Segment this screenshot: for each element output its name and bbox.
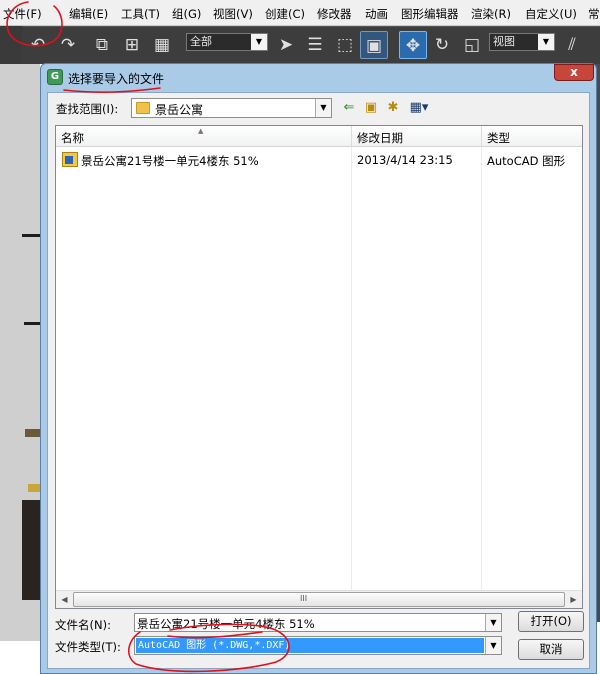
chevron-down-icon[interactable]: ▼	[485, 614, 501, 631]
chevron-down-icon: ▼	[538, 34, 554, 50]
dialog-title-bar[interactable]: G 选择要导入的文件 x	[41, 64, 596, 90]
column-header-name[interactable]: 名称	[61, 130, 84, 146]
app-logo-icon: G	[47, 69, 63, 85]
menu-graph-editors[interactable]: 图形编辑器	[401, 6, 459, 22]
chevron-down-icon: ▼	[251, 34, 267, 50]
viewport-object	[28, 484, 40, 492]
selection-region-icon[interactable]: ⬚	[331, 31, 359, 59]
viewport-edge	[0, 64, 40, 641]
select-move-icon[interactable]: ✥	[399, 31, 427, 59]
pivot-center-icon[interactable]: ⫽	[558, 31, 586, 59]
column-divider	[481, 126, 482, 147]
select-scale-icon[interactable]: ◱	[458, 31, 486, 59]
scrollbar-thumb[interactable]: III	[73, 592, 565, 607]
menu-file[interactable]: 文件(F)	[3, 6, 42, 22]
menu-edit[interactable]: 编辑(E)	[69, 6, 108, 22]
bind-spacewarp-icon[interactable]: ▦	[148, 31, 176, 59]
horizontal-scrollbar[interactable]: ◀ III ▶	[56, 590, 582, 608]
menu-bar: 文件(F) 编辑(E) 工具(T) 组(G) 视图(V) 创建(C) 修改器 动…	[0, 0, 600, 26]
look-in-label: 查找范围(I):	[56, 102, 119, 116]
new-folder-icon[interactable]: ✱	[384, 99, 402, 117]
select-by-name-icon[interactable]: ☰	[301, 31, 329, 59]
look-in-dropdown[interactable]: 景岳公寓 ▼	[131, 98, 332, 118]
selection-filter-value: 全部	[190, 35, 212, 48]
menu-group[interactable]: 组(G)	[172, 6, 201, 22]
column-divider	[351, 126, 352, 147]
selection-filter-dropdown[interactable]: 全部 ▼	[186, 33, 268, 51]
menu-create[interactable]: 创建(C)	[265, 6, 305, 22]
menu-modifiers[interactable]: 修改器	[317, 6, 352, 22]
chevron-down-icon: ▼	[485, 637, 501, 654]
scroll-left-icon[interactable]: ◀	[56, 591, 73, 608]
column-divider	[481, 147, 482, 590]
chevron-down-icon: ▼	[315, 99, 331, 117]
open-button[interactable]: 打开(O)	[518, 611, 584, 632]
column-header-type[interactable]: 类型	[487, 130, 510, 146]
file-row[interactable]: 景岳公寓21号楼一单元4楼东 51% 2013/4/14 23:15 AutoC…	[57, 150, 581, 169]
back-icon[interactable]: ⇐	[340, 99, 358, 117]
column-divider	[351, 147, 352, 590]
menu-more[interactable]: 常	[588, 6, 600, 22]
unlink-icon[interactable]: ⊞	[118, 31, 146, 59]
file-modified: 2013/4/14 23:15	[357, 153, 453, 167]
reference-coord-value: 视图	[493, 35, 515, 48]
file-name-value: 景岳公寓21号楼一单元4楼东 51%	[137, 617, 315, 631]
dialog-body: 查找范围(I): 景岳公寓 ▼ ⇐ ▣ ✱ ▦▾ 名称 ▲ 修改日期 类型 景岳…	[47, 92, 590, 669]
redo-icon[interactable]: ↷	[54, 31, 82, 59]
menu-animation[interactable]: 动画	[365, 6, 388, 22]
file-type-value: AutoCAD 图形 (*.DWG,*.DXF)	[136, 638, 484, 653]
undo-icon[interactable]: ↶	[24, 31, 52, 59]
scrollbar-grip: III	[300, 594, 308, 603]
look-in-value: 景岳公寓	[155, 103, 204, 117]
reference-coord-dropdown[interactable]: 视图 ▼	[489, 33, 555, 51]
view-menu-icon[interactable]: ▦▾	[406, 99, 432, 117]
select-object-icon[interactable]: ➤	[272, 31, 300, 59]
file-type-label: 文件类型(T):	[55, 640, 121, 654]
select-rotate-icon[interactable]: ↻	[428, 31, 456, 59]
scroll-right-icon[interactable]: ▶	[565, 591, 582, 608]
viewport-object	[25, 429, 40, 437]
import-file-dialog: G 选择要导入的文件 x 查找范围(I): 景岳公寓 ▼ ⇐ ▣ ✱ ▦▾ 名称…	[40, 63, 597, 674]
dialog-title: 选择要导入的文件	[68, 72, 165, 86]
up-folder-icon[interactable]: ▣	[362, 99, 380, 117]
menu-views[interactable]: 视图(V)	[213, 6, 253, 22]
menu-rendering[interactable]: 渲染(R)	[471, 6, 511, 22]
file-name-label: 文件名(N):	[55, 618, 111, 632]
menu-tools[interactable]: 工具(T)	[121, 6, 160, 22]
file-list[interactable]: 名称 ▲ 修改日期 类型 景岳公寓21号楼一单元4楼东 51% 2013/4/1…	[55, 125, 583, 609]
file-name: 景岳公寓21号楼一单元4楼东 51%	[81, 154, 259, 168]
menu-customize[interactable]: 自定义(U)	[525, 6, 577, 22]
sort-ascending-icon: ▲	[198, 127, 204, 135]
autocad-file-icon	[62, 152, 78, 167]
viewport-line	[24, 322, 40, 325]
link-icon[interactable]: ⧉	[88, 31, 116, 59]
close-button[interactable]: x	[554, 64, 594, 81]
file-type: AutoCAD 图形	[487, 154, 566, 168]
viewport-line	[22, 234, 40, 237]
viewport-object	[22, 500, 40, 600]
file-list-header: 名称 ▲ 修改日期 类型	[56, 126, 582, 147]
cancel-button[interactable]: 取消	[518, 639, 584, 660]
file-name-input[interactable]: 景岳公寓21号楼一单元4楼东 51% ▼	[134, 613, 502, 632]
folder-icon	[136, 102, 150, 114]
main-toolbar: ↶ ↷ ⧉ ⊞ ▦ 全部 ▼ ➤ ☰ ⬚ ▣ ✥ ↻ ◱ 视图 ▼ ⫽	[22, 26, 600, 64]
column-header-modified[interactable]: 修改日期	[357, 130, 403, 146]
window-crossing-icon[interactable]: ▣	[360, 31, 388, 59]
file-type-dropdown[interactable]: AutoCAD 图形 (*.DWG,*.DXF) ▼	[134, 636, 502, 655]
